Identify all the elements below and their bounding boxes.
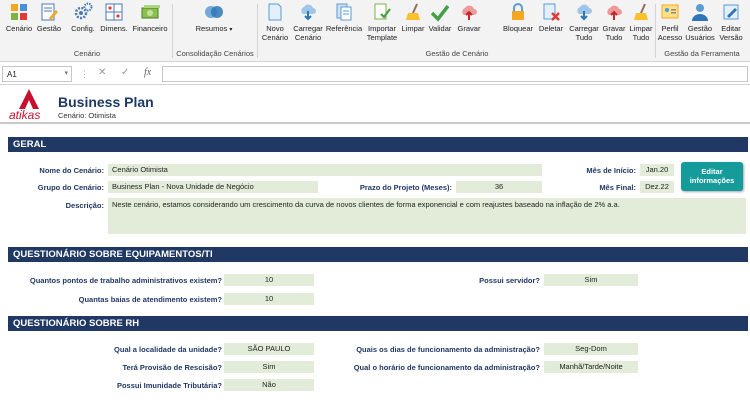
ribbon: Cenário Gestão Config. Dimens. Financeir… xyxy=(0,0,750,62)
dias-funcionamento-label: Quais os dias de funcionamento da admini… xyxy=(356,345,540,354)
pontos-trabalho-label: Quantos pontos de trabalho administrativ… xyxy=(29,276,222,285)
limpar-button[interactable]: Limpar xyxy=(400,2,426,33)
group-label-consolidacao: Consolidação Cenários xyxy=(176,49,254,58)
referencia-button[interactable]: Referência xyxy=(325,2,363,33)
access-profile-icon xyxy=(661,4,679,19)
page-title: Business Plan xyxy=(58,94,154,110)
reference-doc-icon xyxy=(336,3,352,21)
group-label-cenario: Cenário xyxy=(73,49,101,58)
new-file-icon xyxy=(268,3,282,21)
localidade-field[interactable]: SÃO PAULO xyxy=(224,343,314,355)
broom-icon xyxy=(406,3,420,20)
provisao-rescisao-field[interactable]: Sim xyxy=(224,361,314,373)
import-template-icon xyxy=(374,3,391,20)
cloud-download-icon xyxy=(301,4,316,21)
drag-handle-icon[interactable]: ⋮ xyxy=(80,69,89,80)
broom-icon xyxy=(634,3,648,20)
gravar-button[interactable]: Gravar xyxy=(455,2,483,33)
section-header-rh: QUESTIONÁRIO SOBRE RH xyxy=(8,316,748,331)
section-header-geral: GERAL xyxy=(8,137,748,152)
prazo-projeto-field[interactable]: 36 xyxy=(456,181,542,193)
grupo-cenario-label: Grupo do Cenário: xyxy=(37,183,104,192)
mes-inicio-label: Mês de Início: xyxy=(586,166,636,175)
editar-informacoes-button[interactable]: Editar informações xyxy=(681,162,743,191)
grupo-cenario-field[interactable]: Business Plan - Nova Unidade de Negócio xyxy=(108,181,318,193)
possui-servidor-field[interactable]: Sim xyxy=(544,274,638,286)
localidade-label: Qual a localidade da unidade? xyxy=(114,345,222,354)
descricao-label: Descrição: xyxy=(65,201,104,210)
ribbon-separator xyxy=(257,4,258,58)
mes-final-field[interactable]: Dez.22 xyxy=(640,181,674,193)
baias-atendimento-label: Quantas baias de atendimento existem? xyxy=(78,295,222,304)
carregar-cenario-button[interactable]: Carregar Cenário xyxy=(291,2,325,42)
descricao-field[interactable]: Neste cenário, estamos considerando um c… xyxy=(108,198,746,234)
prazo-projeto-label: Prazo do Projeto (Meses): xyxy=(359,183,452,192)
imunidade-tributaria-field[interactable]: Não xyxy=(224,379,314,391)
cloud-upload-icon xyxy=(607,5,622,20)
money-icon xyxy=(141,5,160,19)
edit-version-icon xyxy=(723,4,739,20)
baias-atendimento-field[interactable]: 10 xyxy=(224,293,314,305)
horario-funcionamento-field[interactable]: Manhã/Tarde/Noite xyxy=(544,361,638,373)
dias-funcionamento-field[interactable]: Seg-Dom xyxy=(544,343,638,355)
name-box[interactable]: A1 ▾ xyxy=(2,66,72,82)
chevron-down-icon[interactable]: ▾ xyxy=(64,69,68,77)
gestao-usuarios-button[interactable]: Gestão Usuários xyxy=(684,2,716,42)
cenario-button[interactable]: Cenário xyxy=(4,2,34,33)
imunidade-tributaria-label: Possui Imunidade Tributária? xyxy=(116,381,222,390)
carregar-tudo-button[interactable]: Carregar Tudo xyxy=(568,2,600,42)
page-subtitle: Cenário: Otimista xyxy=(58,111,116,120)
novo-cenario-button[interactable]: Novo Cenário xyxy=(261,2,289,42)
formula-input[interactable] xyxy=(162,66,748,82)
config-button[interactable]: Config. xyxy=(68,2,98,33)
clipboard-edit-icon xyxy=(41,3,58,21)
nome-cenario-field[interactable]: Cenário Otimista xyxy=(108,164,542,176)
ribbon-separator xyxy=(172,4,173,58)
logo-text: atikas xyxy=(9,108,41,122)
dimens-button[interactable]: Dimens. xyxy=(98,2,130,33)
editar-versao-button[interactable]: Editar Versão xyxy=(716,2,746,42)
cloud-upload-icon xyxy=(462,5,477,20)
dimensions-grid-icon xyxy=(105,3,123,21)
bloquear-button[interactable]: Bloquear xyxy=(500,2,536,33)
gravar-tudo-button[interactable]: Gravar Tudo xyxy=(600,2,628,42)
resumos-button[interactable]: Resumos ▾ xyxy=(194,2,234,35)
limpar-tudo-button[interactable]: Limpar Tudo xyxy=(628,2,654,42)
checkmark-icon xyxy=(430,4,450,22)
validar-button[interactable]: Validar xyxy=(427,2,453,33)
users-icon xyxy=(692,4,708,21)
possui-servidor-label: Possui servidor? xyxy=(479,276,540,285)
importar-template-button[interactable]: Importar Template xyxy=(364,2,400,42)
horario-funcionamento-label: Qual o horário de funcionamento da admin… xyxy=(353,363,540,372)
pontos-trabalho-field[interactable]: 10 xyxy=(224,274,314,286)
summary-circles-icon xyxy=(205,6,223,18)
formula-bar: A1 ▾ ⋮ ✕ ✓ fx xyxy=(0,63,750,85)
insert-function-icon[interactable]: fx xyxy=(144,67,151,78)
gestao-button[interactable]: Gestão xyxy=(35,2,63,33)
cancel-icon[interactable]: ✕ xyxy=(98,67,106,78)
mes-inicio-field[interactable]: Jan.20 xyxy=(640,164,674,176)
perfil-acesso-button[interactable]: Perfil Acesso xyxy=(656,2,684,42)
deletar-button[interactable]: Deletar xyxy=(536,2,566,33)
provisao-rescisao-label: Terá Provisão de Rescisão? xyxy=(122,363,223,372)
page-header: atikas Business Plan Cenário: Otimista xyxy=(0,86,750,124)
delete-x-icon xyxy=(543,3,560,21)
lock-icon xyxy=(512,3,524,20)
atikas-logo-mark-icon xyxy=(19,89,39,109)
group-label-gestao-ferramenta: Gestão da Ferramenta xyxy=(664,49,740,58)
nome-cenario-label: Nome do Cenário: xyxy=(39,166,104,175)
gears-icon xyxy=(74,2,93,20)
enter-icon[interactable]: ✓ xyxy=(121,67,129,78)
scenario-puzzle-icon xyxy=(11,4,27,20)
group-label-gestao-cenario: Gestão de Cenário xyxy=(425,49,489,58)
mes-final-label: Mês Final: xyxy=(599,183,636,192)
financeiro-button[interactable]: Financeiro xyxy=(130,2,170,33)
cloud-download-icon xyxy=(577,4,592,21)
section-header-equipamentos: QUESTIONÁRIO SOBRE EQUIPAMENTOS/TI xyxy=(8,247,748,262)
